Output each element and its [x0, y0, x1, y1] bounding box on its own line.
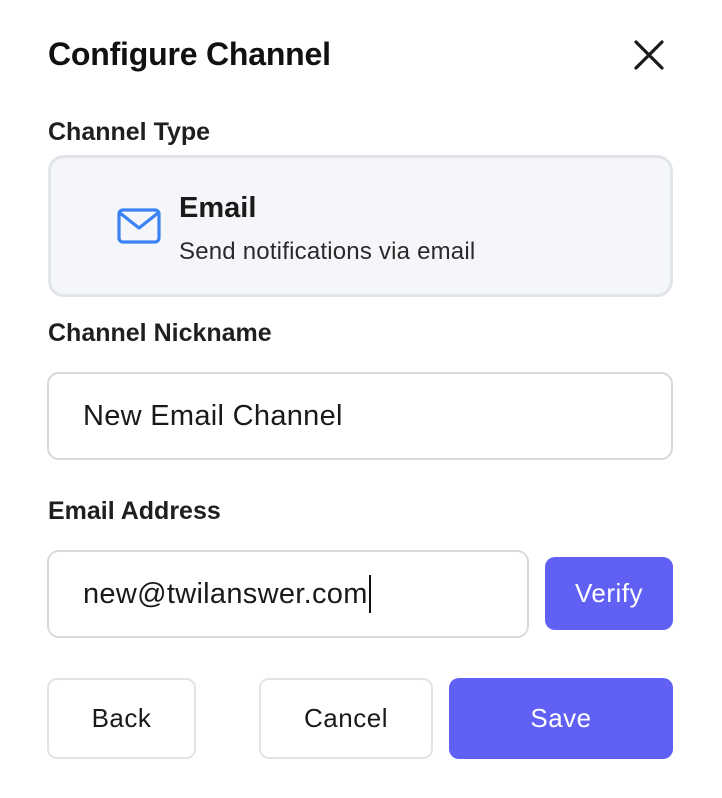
mail-icon [117, 208, 161, 244]
channel-nickname-label: Channel Nickname [48, 319, 272, 347]
email-address-value: new@twilanswer.com [83, 577, 368, 610]
dialog-title: Configure Channel [48, 36, 331, 72]
close-button[interactable] [628, 34, 670, 76]
configure-channel-dialog: Configure Channel Channel Type Email Sen… [0, 0, 722, 798]
email-address-input[interactable]: new@twilanswer.com [47, 550, 529, 638]
channel-type-label: Channel Type [48, 118, 211, 146]
channel-nickname-value: New Email Channel [83, 399, 343, 432]
cancel-button[interactable]: Cancel [259, 678, 433, 759]
email-address-label: Email Address [48, 497, 221, 525]
verify-button[interactable]: Verify [545, 557, 673, 630]
channel-nickname-input[interactable]: New Email Channel [47, 372, 673, 460]
channel-type-description: Send notifications via email [179, 238, 476, 265]
channel-type-card-email[interactable]: Email Send notifications via email [48, 155, 673, 297]
channel-type-name: Email [179, 192, 257, 224]
save-button[interactable]: Save [449, 678, 673, 759]
close-icon [634, 40, 664, 70]
back-button[interactable]: Back [47, 678, 196, 759]
text-cursor [368, 575, 371, 613]
